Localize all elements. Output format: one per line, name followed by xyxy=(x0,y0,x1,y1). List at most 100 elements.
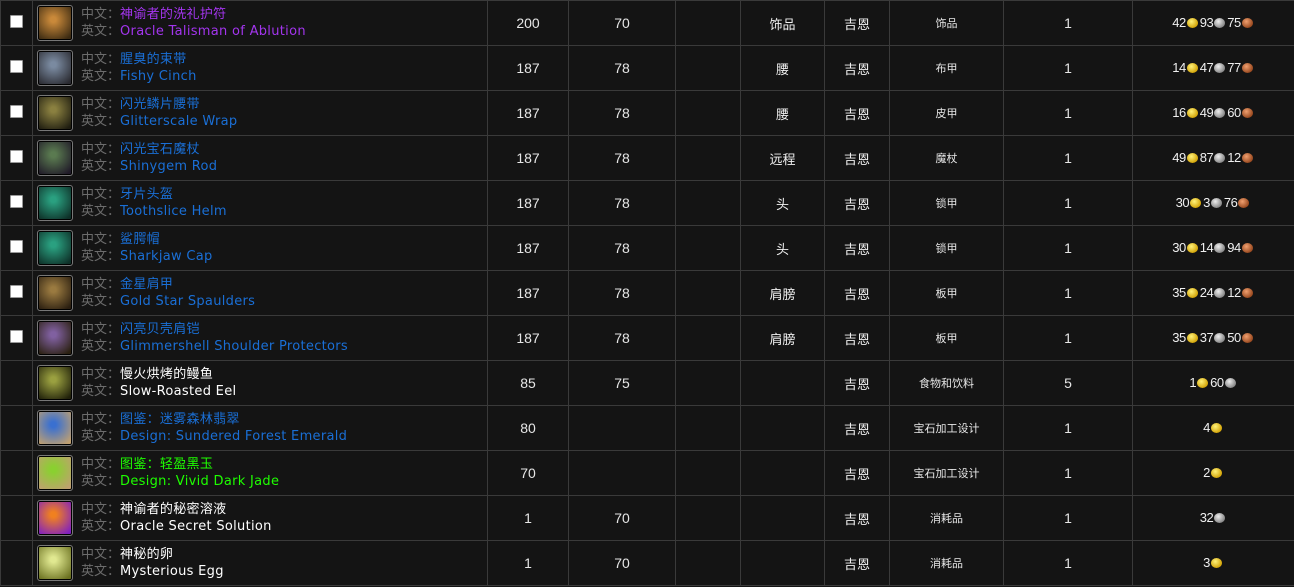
potion-icon[interactable] xyxy=(37,500,73,536)
talisman-icon[interactable] xyxy=(37,5,73,41)
item-name-cn[interactable]: 金星肩甲 xyxy=(120,277,173,292)
count-cell: 1 xyxy=(1003,540,1133,586)
item-name-en[interactable]: Toothslice Helm xyxy=(120,204,227,219)
required-level-cell xyxy=(568,405,676,451)
copper-coin-icon xyxy=(1241,288,1253,298)
item-name-cn[interactable]: 慢火烘烤的鳗鱼 xyxy=(120,367,213,382)
item-name-en[interactable]: Fishy Cinch xyxy=(120,69,197,84)
wrap-belt-icon[interactable] xyxy=(37,95,73,131)
item-name-en[interactable]: Design: Vivid Dark Jade xyxy=(120,474,279,489)
item-name-cn[interactable]: 闪光鳞片腰带 xyxy=(120,97,200,112)
item-name-en[interactable]: Glimmershell Shoulder Protectors xyxy=(120,339,348,354)
table-row[interactable]: 中文：神谕者的秘密溶液 英文：Oracle Secret Solution 1 70 吉… xyxy=(0,495,1294,541)
shoulder-icon[interactable] xyxy=(37,320,73,356)
table-row[interactable]: 中文：金星肩甲 英文：Gold Star Spaulders 187 78 肩膀 吉恩 板甲… xyxy=(0,270,1294,316)
lang-label: 英文： xyxy=(81,294,121,309)
item-type: 布甲 xyxy=(935,62,958,75)
row-checkbox[interactable] xyxy=(10,194,23,208)
item-name-en[interactable]: Slow-Roasted Eel xyxy=(120,384,236,399)
wand-icon[interactable] xyxy=(37,140,73,176)
row-checkbox[interactable] xyxy=(10,59,23,73)
table-row[interactable]: 中文：图鉴：迷雾森林翡翠 英文：Design: Sundered Forest E… xyxy=(0,405,1294,451)
row-checkbox[interactable] xyxy=(10,284,23,298)
price-copper: 12 xyxy=(1227,150,1241,165)
item-name-en[interactable]: Design: Sundered Forest Emerald xyxy=(120,429,347,444)
item-name-cn[interactable]: 牙片头盔 xyxy=(120,187,173,202)
item-name-cn[interactable]: 图鉴：迷雾森林翡翠 xyxy=(120,412,240,427)
belt-icon[interactable] xyxy=(37,50,73,86)
item-level-cell: 1 xyxy=(487,540,569,586)
lang-label: 中文： xyxy=(81,232,121,247)
row-checkbox[interactable] xyxy=(10,149,23,163)
helm-icon[interactable] xyxy=(37,185,73,221)
table-row[interactable]: 中文：闪光宝石魔杖 英文：Shinygem Rod 187 78 远程 吉恩 魔杖 1 49 87… xyxy=(0,135,1294,181)
item-name-cn-line: 中文：神谕者的秘密溶液 xyxy=(81,501,272,518)
table-row[interactable]: 中文：图鉴：轻盈黑玉 英文：Design: Vivid Dark Jade 70 吉恩… xyxy=(0,450,1294,496)
select-cell xyxy=(0,180,33,226)
table-row[interactable]: 中文：鲨腭帽 英文：Sharkjaw Cap 187 78 头 吉恩 锁甲 1 30 14 94 xyxy=(0,225,1294,271)
item-type: 板甲 xyxy=(935,287,958,300)
price-cell: 1 60 xyxy=(1132,360,1294,406)
scroll-icon[interactable] xyxy=(37,410,73,446)
extra-cell-cell xyxy=(675,540,741,586)
table-row[interactable]: 中文：腥臭的束带 英文：Fishy Cinch 187 78 腰 吉恩 布甲 1 14 47 77 xyxy=(0,45,1294,91)
row-checkbox[interactable] xyxy=(10,239,23,253)
item-type-cell: 皮甲 xyxy=(889,90,1004,136)
item-name-cn[interactable]: 神秘的卵 xyxy=(120,547,173,562)
row-checkbox[interactable] xyxy=(10,329,23,343)
required-level-cell: 78 xyxy=(568,90,676,136)
table-row[interactable]: 中文：神谕者的洗礼护符 英文：Oracle Talisman of Ablutio… xyxy=(0,0,1294,46)
item-name-cn[interactable]: 图鉴：轻盈黑玉 xyxy=(120,457,213,472)
slot-cell xyxy=(740,540,825,586)
faction: 吉恩 xyxy=(843,422,870,438)
faction-cell: 吉恩 xyxy=(824,180,890,226)
item-name: 中文：神谕者的洗礼护符 英文：Oracle Talisman of Ablutio… xyxy=(34,5,487,41)
item-name-en[interactable]: Gold Star Spaulders xyxy=(120,294,255,309)
item-name-en-line: 英文：Glimmershell Shoulder Protectors xyxy=(81,338,348,355)
item-name-en[interactable]: Mysterious Egg xyxy=(120,564,224,579)
required-level: 78 xyxy=(614,104,630,121)
egg-icon[interactable] xyxy=(37,545,73,581)
row-checkbox[interactable] xyxy=(10,104,23,118)
shoulder-icon[interactable] xyxy=(37,275,73,311)
item-name-cn[interactable]: 鲨腭帽 xyxy=(120,232,160,247)
item-name-cn[interactable]: 神谕者的秘密溶液 xyxy=(120,502,226,517)
item-name-en-line: 英文：Gold Star Spaulders xyxy=(81,293,255,310)
helm-icon[interactable] xyxy=(37,230,73,266)
item-names: 中文：神谕者的秘密溶液 英文：Oracle Secret Solution xyxy=(81,501,272,535)
item-name-cell: 中文：闪亮贝壳肩铠 英文：Glimmershell Shoulder Protec… xyxy=(32,315,488,361)
item-type-cell: 布甲 xyxy=(889,45,1004,91)
item-level-cell: 1 xyxy=(487,495,569,541)
item-name-en[interactable]: Oracle Secret Solution xyxy=(120,519,272,534)
item-name-cn[interactable]: 闪光宝石魔杖 xyxy=(120,142,200,157)
faction-cell: 吉恩 xyxy=(824,315,890,361)
price: 32 xyxy=(1200,510,1227,525)
extra-cell-cell xyxy=(675,225,741,271)
slot: 肩膀 xyxy=(769,287,796,303)
price-cell: 32 xyxy=(1132,495,1294,541)
eel-icon[interactable] xyxy=(37,365,73,401)
required-level-cell: 70 xyxy=(568,540,676,586)
item-name-cn[interactable]: 闪亮贝壳肩铠 xyxy=(120,322,200,337)
item-type-cell: 板甲 xyxy=(889,270,1004,316)
select-cell xyxy=(0,225,33,271)
item-name-cn[interactable]: 腥臭的束带 xyxy=(120,52,187,67)
row-checkbox[interactable] xyxy=(10,14,23,28)
table-row[interactable]: 中文：慢火烘烤的鳗鱼 英文：Slow-Roasted Eel 85 75 吉恩 食物和饮料… xyxy=(0,360,1294,406)
item-name-en[interactable]: Shinygem Rod xyxy=(120,159,217,174)
item-name-cn[interactable]: 神谕者的洗礼护符 xyxy=(120,7,226,22)
slot-cell: 肩膀 xyxy=(740,315,825,361)
item-name-cn-line: 中文：腥臭的束带 xyxy=(81,51,197,68)
item-name-en[interactable]: Sharkjaw Cap xyxy=(120,249,213,264)
table-row[interactable]: 中文：闪亮贝壳肩铠 英文：Glimmershell Shoulder Protec… xyxy=(0,315,1294,361)
scroll-icon[interactable] xyxy=(37,455,73,491)
item-type: 锁甲 xyxy=(935,197,958,210)
item-level-cell: 187 xyxy=(487,135,569,181)
table-row[interactable]: 中文：闪光鳞片腰带 英文：Glitterscale Wrap 187 78 腰 吉恩 皮甲 1… xyxy=(0,90,1294,136)
item-name-en[interactable]: Oracle Talisman of Ablution xyxy=(120,24,306,39)
lang-label: 中文： xyxy=(81,412,121,427)
item-name-en[interactable]: Glitterscale Wrap xyxy=(120,114,237,129)
table-row[interactable]: 中文：神秘的卵 英文：Mysterious Egg 1 70 吉恩 消耗品 1 3 xyxy=(0,540,1294,586)
extra-cell-cell xyxy=(675,495,741,541)
table-row[interactable]: 中文：牙片头盔 英文：Toothslice Helm 187 78 头 吉恩 锁甲 1 30 3 7… xyxy=(0,180,1294,226)
